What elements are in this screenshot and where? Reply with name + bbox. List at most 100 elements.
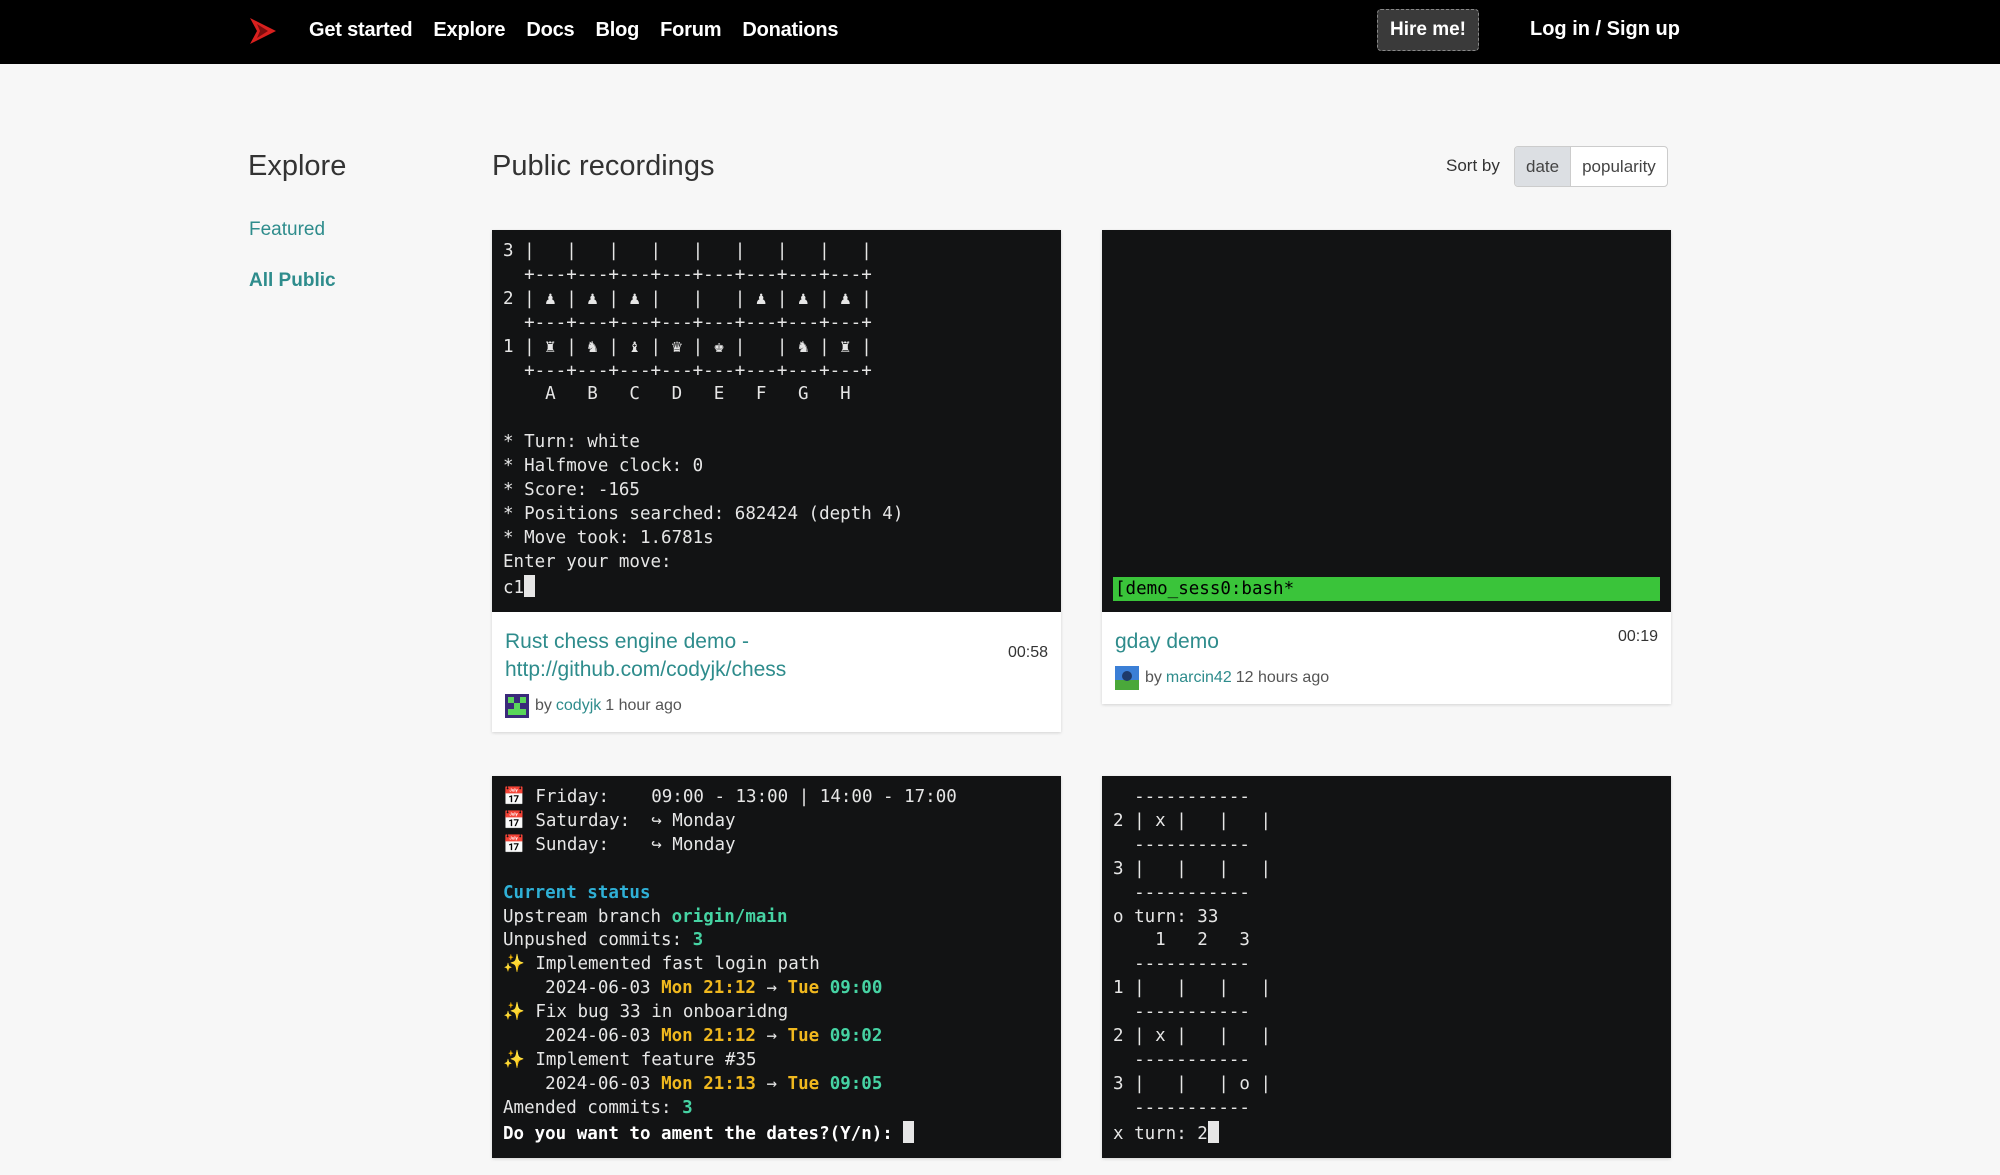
terminal-line: * Positions searched: 682424 (depth 4) [503,503,904,524]
terminal-line: Unpushed commits: 3 [503,929,1050,953]
terminal-prompt: Do you want to ament the dates?(Y/n): [503,1120,1050,1147]
hire-me-button[interactable]: Hire me! [1377,9,1479,51]
sparkle-icon: ✨ [503,1002,525,1023]
schedule-value: ↪ Monday [651,834,736,855]
terminal-line: ----------- [1113,834,1250,855]
terminal-line: 2024-06-03 Mon 21:12 → Tue 09:00 [503,977,1050,1001]
author-link[interactable]: marcin42 [1166,669,1232,687]
terminal-line: Upstream branch origin/main [503,906,1050,930]
terminal-line: 📅 Friday: 09:00 - 13:00 | 14:00 - 17:00 [503,786,1050,810]
cursor [903,1120,915,1143]
sparkle-icon: ✨ [503,954,525,975]
recording-author: by codyjk 1 hour ago [505,694,1048,718]
terminal-line: 📅 Sunday: ↪ Monday [503,834,1050,858]
sidebar-item-all-public[interactable]: All Public [249,270,336,292]
terminal-line: * Turn: white [503,432,640,453]
upstream-value: origin/main [671,906,788,927]
recording-duration: 00:58 [1007,644,1048,661]
prompt-text: x turn: 2 [1113,1123,1208,1144]
sparkle-icon: ✨ [503,1049,525,1070]
amended-label: Amended commits: [503,1097,672,1118]
commit-date: 2024-06-03 [545,1026,651,1047]
by-label: by [535,697,552,714]
terminal-line: 2 | ♟ | ♟ | ♟ | | | ♟ | ♟ | ♟ | [503,288,872,309]
recording-card: 📅 Friday: 09:00 - 13:00 | 14:00 - 17:00 📅… [492,776,1061,1158]
recording-card: ----------- 2 | x | | | ----------- 3 | | … [1102,776,1671,1158]
sort-label: Sort by [1446,156,1500,175]
terminal-line: 📅 Saturday: ↪ Monday [503,810,1050,834]
terminal-line: Amended commits: 3 [503,1097,1050,1121]
sidebar-item-featured[interactable]: Featured [249,219,325,241]
commit-message: Implemented fast login path [535,954,820,975]
terminal-line: 3 | | | | [1113,858,1272,879]
terminal-line: ----------- [1113,787,1250,807]
terminal-line: +---+---+---+---+---+---+---+---+ [503,312,872,333]
terminal-line: ----------- [1113,954,1250,975]
terminal-line: ----------- [1113,1097,1250,1118]
recording-card: [demo_sess0:bash* gday demo 00:19 by mar… [1102,230,1671,704]
sort-date-button[interactable]: date [1515,147,1571,186]
day: Tue [787,978,820,999]
terminal-line: ----------- [1113,882,1250,903]
prompt-text: Do you want to ament the dates?(Y/n): [503,1123,893,1144]
nav-forum[interactable]: Forum [660,19,721,42]
time: 21:13 [703,1073,756,1094]
time: 21:12 [703,978,756,999]
terminal-thumbnail[interactable]: ----------- 2 | x | | | ----------- 3 | | … [1102,776,1671,1158]
terminal-line: 2 | x | | | [1113,1026,1272,1047]
commit-message: Implement feature #35 [535,1049,757,1070]
terminal-line: * Score: -165 [503,480,640,501]
sidebar-title: Explore [248,150,347,182]
commit-date: 2024-06-03 [545,978,651,999]
amended-value: 3 [682,1097,693,1118]
terminal-line: o turn: 33 [1113,906,1219,927]
recording-title-link[interactable]: Rust chess engine demo - http://github.c… [505,628,1048,684]
avatar[interactable] [1115,666,1139,690]
terminal-line: 3 | | | | | | | | | [503,241,872,261]
sort-toggle: date popularity [1514,146,1668,187]
unpushed-label: Unpushed commits: [503,930,683,951]
terminal-thumbnail[interactable]: [demo_sess0:bash* [1102,230,1671,612]
recording-time: 1 hour ago [605,697,682,714]
asciinema-logo-icon[interactable] [248,16,278,46]
top-navbar: Get started Explore Docs Blog Forum Dona… [0,0,2000,64]
arrow: → [766,1073,777,1094]
recording-author: by marcin42 12 hours ago [1115,666,1658,690]
recording-duration: 00:19 [1617,628,1658,645]
terminal-thumbnail[interactable]: 📅 Friday: 09:00 - 13:00 | 14:00 - 17:00 📅… [492,776,1061,1158]
upstream-label: Upstream branch [503,906,662,927]
sort-popularity-button[interactable]: popularity [1570,147,1667,186]
schedule-label: 📅 Saturday: [503,810,631,831]
commit-date: 2024-06-03 [545,1073,651,1094]
commit-message: Fix bug 33 in onboaridng [535,1002,789,1023]
nav-donations[interactable]: Donations [742,19,838,42]
login-signup-link[interactable]: Log in / Sign up [1530,18,1680,41]
day: Tue [787,1073,820,1094]
terminal-line: ✨ Fix bug 33 in onboaridng [503,1001,1050,1025]
nav-docs[interactable]: Docs [526,19,574,42]
terminal-line: Enter your move: [503,551,672,572]
terminal-line: ✨ Implemented fast login path [503,953,1050,977]
card-meta: Rust chess engine demo - http://github.c… [492,612,1061,732]
terminal-line: 2024-06-03 Mon 21:12 → Tue 09:02 [503,1025,1050,1049]
nav-links: Get started Explore Docs Blog Forum Dona… [309,0,859,60]
schedule-label: 📅 Friday: [503,787,610,807]
time: 09:05 [829,1073,883,1094]
terminal-line: 3 | | | o | [1113,1073,1272,1094]
terminal-line: ----------- [1113,1049,1250,1070]
nav-explore[interactable]: Explore [433,19,505,42]
nav-get-started[interactable]: Get started [309,19,413,42]
nav-blog[interactable]: Blog [595,19,639,42]
terminal-thumbnail[interactable]: 3 | | | | | | | | | +---+---+---+---+---… [492,230,1061,612]
terminal-line: 2 | x | | | [1113,810,1272,831]
avatar[interactable] [505,694,529,718]
day: Mon [661,978,693,999]
cursor [524,574,536,597]
arrow: → [766,978,777,999]
terminal-line: +---+---+---+---+---+---+---+---+ [503,360,872,381]
terminal-line: ✨ Implement feature #35 [503,1049,1050,1073]
recording-title-link[interactable]: gday demo [1115,628,1658,656]
author-link[interactable]: codyjk [556,697,601,715]
